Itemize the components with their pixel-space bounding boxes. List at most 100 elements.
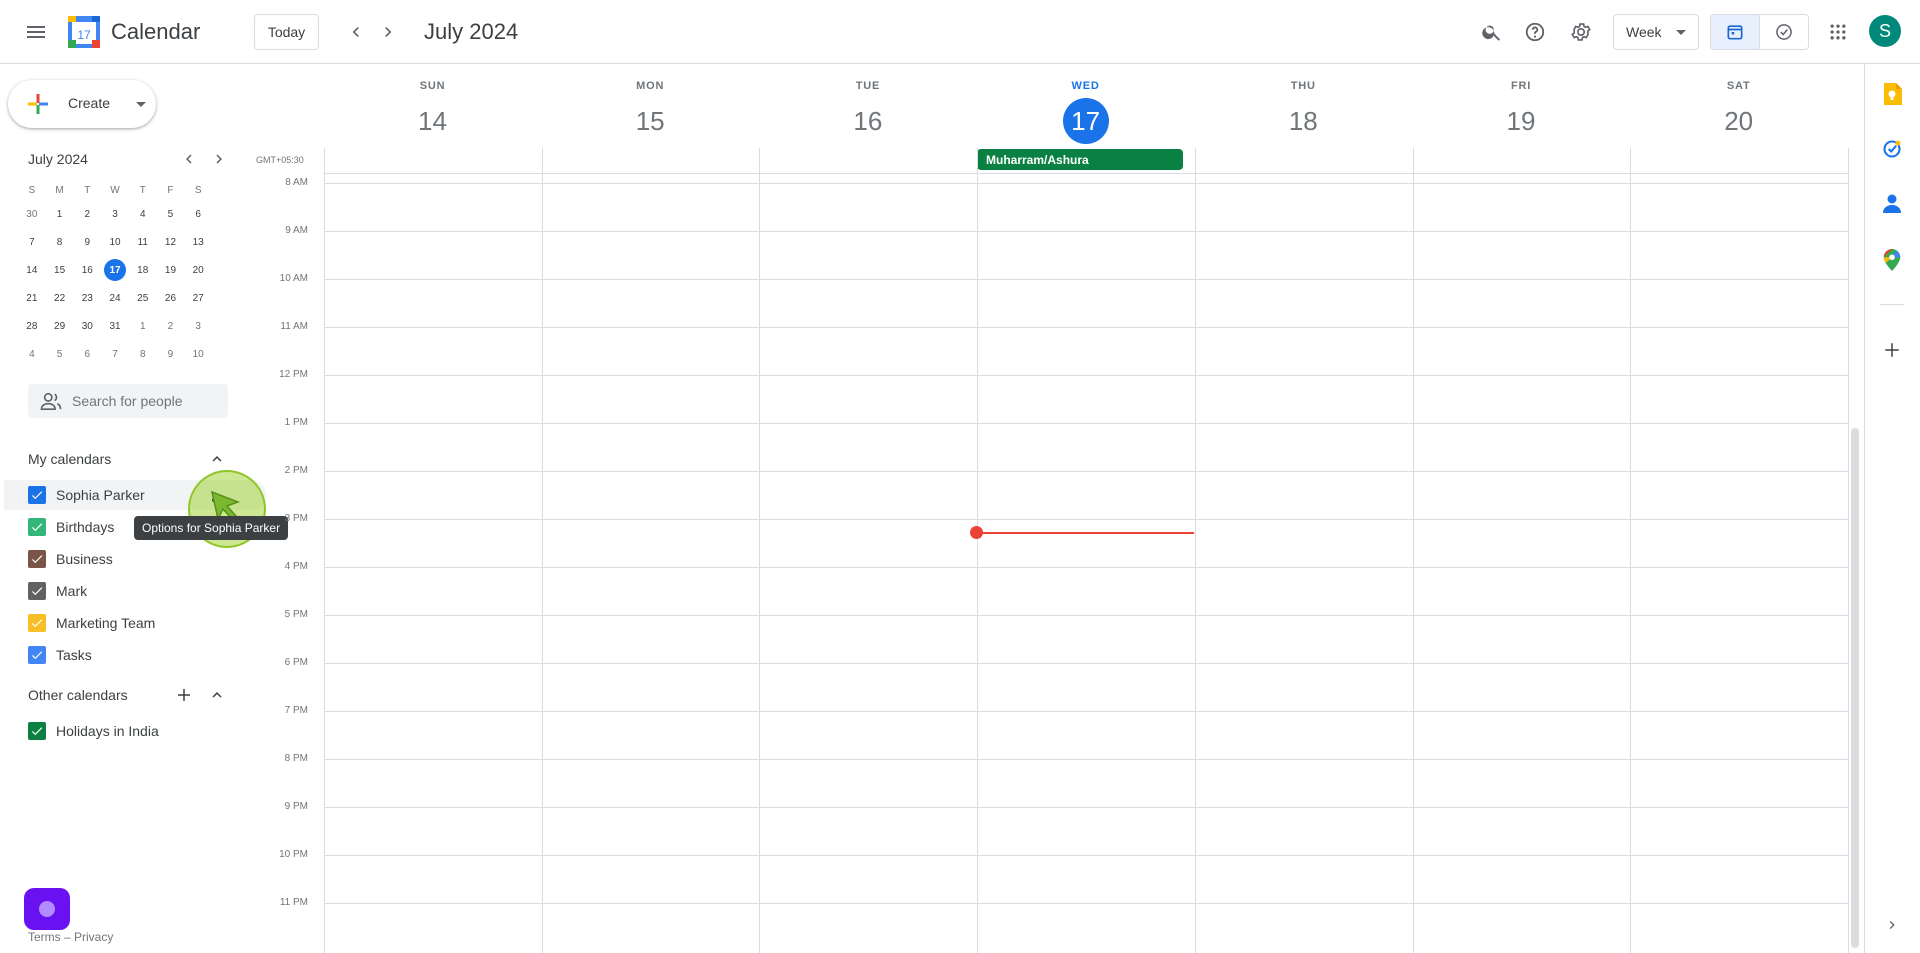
- support-button[interactable]: [1515, 12, 1555, 52]
- all-day-event[interactable]: Muharram/Ashura: [977, 149, 1183, 170]
- day-header[interactable]: WED 17: [977, 80, 1194, 144]
- mini-calendar-day[interactable]: 31: [101, 312, 129, 340]
- mini-calendar-day[interactable]: 5: [157, 200, 185, 228]
- mini-calendar-day[interactable]: 8: [46, 228, 74, 256]
- my-calendars-collapse-button[interactable]: [205, 447, 229, 471]
- mini-calendar-day[interactable]: 6: [73, 340, 101, 368]
- check-icon: [31, 491, 43, 500]
- mini-calendar-day[interactable]: 19: [157, 256, 185, 284]
- mini-calendar-day[interactable]: 1: [46, 200, 74, 228]
- other-calendars-collapse-button[interactable]: [205, 683, 229, 707]
- mini-calendar-day[interactable]: 14: [18, 256, 46, 284]
- calendar-item[interactable]: Marketing Team: [4, 608, 266, 638]
- today-button[interactable]: Today: [254, 14, 319, 50]
- mini-calendar-day[interactable]: 10: [184, 340, 212, 368]
- tasks-button[interactable]: [1880, 137, 1904, 161]
- mini-calendar-next-button[interactable]: [207, 147, 231, 171]
- get-addons-button[interactable]: [1880, 338, 1904, 362]
- mini-calendar-day[interactable]: 27: [184, 284, 212, 312]
- mini-calendar-day[interactable]: 30: [18, 200, 46, 228]
- mini-calendar-day[interactable]: 2: [157, 312, 185, 340]
- mini-calendar-day[interactable]: 8: [129, 340, 157, 368]
- day-header-number[interactable]: 14: [410, 98, 456, 144]
- day-header[interactable]: FRI 19: [1413, 80, 1630, 144]
- day-header-number[interactable]: 20: [1716, 98, 1762, 144]
- calendar-item[interactable]: Mark: [4, 576, 266, 606]
- keep-button[interactable]: [1880, 82, 1904, 106]
- mini-calendar-day[interactable]: 22: [46, 284, 74, 312]
- mini-calendar-day[interactable]: 30: [73, 312, 101, 340]
- day-header-number[interactable]: 16: [845, 98, 891, 144]
- mini-calendar-day[interactable]: 7: [101, 340, 129, 368]
- mini-calendar-day[interactable]: 10: [101, 228, 129, 256]
- mini-calendar-day[interactable]: 12: [157, 228, 185, 256]
- calendar-view-toggle[interactable]: [1711, 15, 1760, 49]
- search-button[interactable]: [1472, 12, 1512, 52]
- calendar-logo[interactable]: 17: [68, 16, 100, 48]
- add-other-calendar-button[interactable]: [172, 683, 196, 707]
- calendar-checkbox[interactable]: [28, 646, 46, 664]
- mini-calendar-day[interactable]: 17: [101, 256, 129, 284]
- mini-calendar-day[interactable]: 28: [18, 312, 46, 340]
- day-header-number[interactable]: 19: [1498, 98, 1544, 144]
- day-header-number[interactable]: 15: [627, 98, 673, 144]
- mini-calendar-day[interactable]: 11: [129, 228, 157, 256]
- account-avatar[interactable]: S: [1869, 15, 1901, 47]
- mini-calendar-day[interactable]: 9: [157, 340, 185, 368]
- mini-calendar-day[interactable]: 29: [46, 312, 74, 340]
- search-people-input[interactable]: Search for people: [28, 384, 228, 418]
- mini-calendar-day[interactable]: 5: [46, 340, 74, 368]
- day-header-name: SAT: [1726, 80, 1751, 92]
- google-apps-button[interactable]: [1818, 12, 1858, 52]
- calendar-item[interactable]: Tasks: [4, 640, 266, 670]
- mini-calendar-day[interactable]: 20: [184, 256, 212, 284]
- mini-calendar-day[interactable]: 3: [184, 312, 212, 340]
- mini-calendar-day[interactable]: 3: [101, 200, 129, 228]
- day-header[interactable]: SUN 14: [324, 80, 541, 144]
- contacts-button[interactable]: [1880, 192, 1904, 216]
- mini-calendar-day[interactable]: 2: [73, 200, 101, 228]
- maps-button[interactable]: [1880, 248, 1904, 272]
- terms-privacy-link[interactable]: Terms – Privacy: [28, 930, 113, 944]
- calendar-checkbox[interactable]: [28, 614, 46, 632]
- mini-calendar-day[interactable]: 6: [184, 200, 212, 228]
- calendar-checkbox[interactable]: [28, 550, 46, 568]
- day-header-number[interactable]: 18: [1280, 98, 1326, 144]
- grid-scrollbar[interactable]: [1851, 428, 1859, 948]
- mini-calendar-day[interactable]: 21: [18, 284, 46, 312]
- main-menu-button[interactable]: [16, 12, 56, 52]
- create-button[interactable]: Create: [8, 80, 156, 128]
- mini-calendar-day[interactable]: 9: [73, 228, 101, 256]
- mini-calendar-day[interactable]: 15: [46, 256, 74, 284]
- mini-calendar-day[interactable]: 23: [73, 284, 101, 312]
- next-week-button[interactable]: [372, 16, 404, 48]
- calendar-checkbox[interactable]: [28, 486, 46, 504]
- mini-calendar-day[interactable]: 7: [18, 228, 46, 256]
- mini-calendar-day[interactable]: 4: [18, 340, 46, 368]
- calendar-checkbox[interactable]: [28, 518, 46, 536]
- mini-calendar-day[interactable]: 18: [129, 256, 157, 284]
- day-header-number[interactable]: 17: [1062, 98, 1109, 144]
- settings-button[interactable]: [1561, 12, 1601, 52]
- mini-calendar-day[interactable]: 24: [101, 284, 129, 312]
- mini-calendar-prev-button[interactable]: [177, 147, 201, 171]
- mini-calendar-day[interactable]: 1: [129, 312, 157, 340]
- view-selector[interactable]: Week: [1613, 14, 1699, 50]
- mini-calendar-day[interactable]: 16: [73, 256, 101, 284]
- assistant-launcher-button[interactable]: [24, 888, 70, 930]
- previous-week-button[interactable]: [340, 16, 372, 48]
- day-header[interactable]: MON 15: [542, 80, 759, 144]
- day-header[interactable]: SAT 20: [1630, 80, 1847, 144]
- calendar-item[interactable]: Business: [4, 544, 266, 574]
- mini-calendar-day[interactable]: 4: [129, 200, 157, 228]
- calendar-checkbox[interactable]: [28, 582, 46, 600]
- mini-calendar-day[interactable]: 26: [157, 284, 185, 312]
- mini-calendar-day[interactable]: 13: [184, 228, 212, 256]
- mini-calendar-day[interactable]: 25: [129, 284, 157, 312]
- day-header[interactable]: THU 18: [1195, 80, 1412, 144]
- day-header[interactable]: TUE 16: [759, 80, 976, 144]
- hide-side-panel-button[interactable]: [1880, 913, 1904, 937]
- tasks-view-toggle[interactable]: [1760, 15, 1808, 49]
- calendar-item[interactable]: Holidays in India: [4, 716, 266, 746]
- calendar-checkbox[interactable]: [28, 722, 46, 740]
